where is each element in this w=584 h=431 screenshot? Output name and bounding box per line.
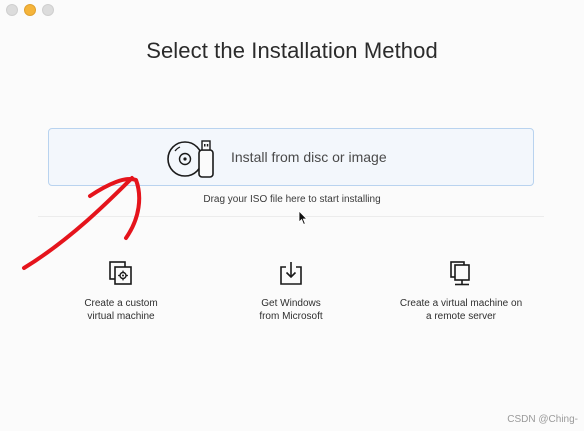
create-custom-vm-label: Create a custom virtual machine — [84, 298, 158, 322]
custom-vm-icon — [109, 261, 132, 285]
watermark: CSDN @Ching- — [507, 414, 578, 425]
install-from-disc-button[interactable]: Install from disc or image — [48, 128, 534, 186]
mouse-pointer-icon — [298, 210, 308, 225]
get-windows-label: Get Windows from Microsoft — [259, 298, 323, 322]
maximize-window-button[interactable] — [42, 4, 54, 16]
create-custom-vm-option[interactable]: Create a custom virtual machine — [66, 258, 176, 323]
installer-window: Select the Installation Method Install f… — [0, 0, 584, 431]
close-window-button[interactable] — [6, 4, 18, 16]
remote-server-vm-option[interactable]: Create a virtual machine on a remote ser… — [386, 258, 536, 323]
divider — [38, 216, 544, 217]
install-from-disc-label: Install from disc or image — [231, 149, 387, 165]
download-icon — [280, 262, 302, 285]
disc-usb-icon — [167, 140, 214, 178]
drag-iso-hint: Drag your ISO file here to start install… — [203, 194, 381, 205]
title-bar — [0, 0, 584, 24]
page-title: Select the Installation Method — [146, 38, 438, 63]
minimize-window-button[interactable] — [24, 4, 36, 16]
get-windows-option[interactable]: Get Windows from Microsoft — [236, 258, 346, 323]
remote-server-icon — [450, 261, 470, 286]
remote-server-vm-label: Create a virtual machine on a remote ser… — [399, 298, 523, 322]
